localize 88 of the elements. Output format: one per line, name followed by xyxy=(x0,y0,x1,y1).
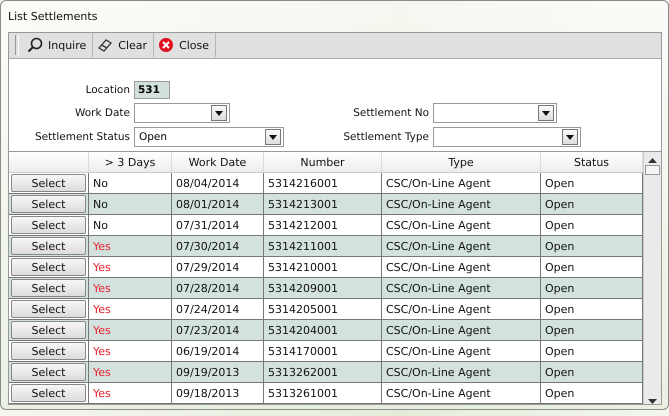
table-cell: CSC/On-Line Agent xyxy=(382,278,541,298)
table-cell: 5314210001 xyxy=(264,257,382,277)
window-title: List Settlements xyxy=(8,9,98,25)
table-cell: 08/01/2014 xyxy=(172,194,264,214)
table-cell: CSC/On-Line Agent xyxy=(382,383,541,403)
table-cell: 09/19/2013 xyxy=(172,362,264,382)
select-button[interactable]: Select xyxy=(11,279,86,297)
table-cell: Yes xyxy=(89,278,172,298)
settlement-status-field[interactable]: Open xyxy=(134,127,284,147)
select-button[interactable]: Select xyxy=(11,321,86,339)
table-cell: No xyxy=(89,194,172,214)
toolbar-button[interactable]: Close xyxy=(154,33,216,58)
table-cell: 5313261001 xyxy=(264,383,382,403)
table-cell: 06/19/2014 xyxy=(172,341,264,361)
select-button[interactable]: Select xyxy=(11,237,86,255)
table-cell: CSC/On-Line Agent xyxy=(382,320,541,340)
table-cell: Yes xyxy=(89,362,172,382)
select-button[interactable]: Select xyxy=(11,174,86,192)
table-cell: CSC/On-Line Agent xyxy=(382,215,541,235)
field-label: Settlement Type xyxy=(343,131,429,143)
work-date-field[interactable] xyxy=(134,103,230,123)
table-cell: 09/18/2013 xyxy=(172,383,264,403)
field-label: Location xyxy=(86,84,130,96)
table-cell: 5314216001 xyxy=(264,173,382,193)
table-cell: 5314209001 xyxy=(264,278,382,298)
scroll-up-icon[interactable] xyxy=(648,158,657,163)
toolbar-button[interactable]: Clear xyxy=(93,33,154,58)
scroll-down-icon[interactable] xyxy=(648,399,657,404)
field-label: Settlement Status xyxy=(35,131,130,143)
settlement-type-field[interactable] xyxy=(433,127,581,147)
table-cell: 5313262001 xyxy=(264,362,382,382)
table-cell: 5314205001 xyxy=(264,299,382,319)
table-cell: No xyxy=(89,173,172,193)
field-label: Settlement No xyxy=(353,107,429,119)
table-cell: 5314170001 xyxy=(264,341,382,361)
eraser-icon xyxy=(97,38,114,52)
table-cell: CSC/On-Line Agent xyxy=(382,257,541,277)
table-cell: 07/31/2014 xyxy=(172,215,264,235)
column-header[interactable]: Work Date xyxy=(172,152,264,172)
close-icon xyxy=(158,37,174,54)
table-cell: 5314204001 xyxy=(264,320,382,340)
table-cell: 5314212001 xyxy=(264,215,382,235)
table-cell: 07/24/2014 xyxy=(172,299,264,319)
table-cell: 08/04/2014 xyxy=(172,173,264,193)
scrollbar[interactable] xyxy=(643,152,661,404)
location-field: 531 xyxy=(134,81,170,99)
table-cell: CSC/On-Line Agent xyxy=(382,341,541,361)
table-cell: 5314211001 xyxy=(264,236,382,256)
table-cell: CSC/On-Line Agent xyxy=(382,236,541,256)
table-cell: CSC/On-Line Agent xyxy=(382,194,541,214)
table-cell: 07/28/2014 xyxy=(172,278,264,298)
column-header[interactable]: > 3 Days xyxy=(89,152,172,172)
select-button[interactable]: Select xyxy=(11,384,86,402)
caret-icon xyxy=(215,110,223,116)
select-button[interactable]: Select xyxy=(11,258,86,276)
table-cell: CSC/On-Line Agent xyxy=(382,173,541,193)
dropdown-button[interactable] xyxy=(211,105,227,121)
toolbar-button[interactable]: Inquire xyxy=(23,33,94,58)
table-cell: CSC/On-Line Agent xyxy=(382,362,541,382)
table-cell: 5314213001 xyxy=(264,194,382,214)
table-cell: 07/29/2014 xyxy=(172,257,264,277)
select-button[interactable]: Select xyxy=(11,342,86,360)
caret-icon xyxy=(566,134,574,140)
table-cell: Yes xyxy=(89,341,172,361)
column-header[interactable]: Number xyxy=(264,152,382,172)
dropdown-button[interactable] xyxy=(538,105,554,121)
table-cell: Yes xyxy=(89,236,172,256)
table-cell: Yes xyxy=(89,383,172,403)
column-header[interactable]: Type xyxy=(382,152,541,172)
table-cell: Yes xyxy=(89,299,172,319)
table-cell: 07/23/2014 xyxy=(172,320,264,340)
scroll-thumb[interactable] xyxy=(645,165,660,175)
select-button[interactable]: Select xyxy=(11,300,86,318)
caret-icon xyxy=(542,110,550,116)
search-icon xyxy=(27,37,43,54)
dropdown-button[interactable] xyxy=(562,129,578,145)
table-cell: CSC/On-Line Agent xyxy=(382,299,541,319)
settlement-no-field[interactable] xyxy=(433,103,557,123)
table-cell: Yes xyxy=(89,257,172,277)
caret-icon xyxy=(269,134,277,140)
table-cell: 07/30/2014 xyxy=(172,236,264,256)
field-label: Work Date xyxy=(74,107,130,119)
table-cell: No xyxy=(89,215,172,235)
select-button[interactable]: Select xyxy=(11,216,86,234)
select-button[interactable]: Select xyxy=(11,363,86,381)
dropdown-button[interactable] xyxy=(265,129,281,145)
table-cell: Yes xyxy=(89,320,172,340)
select-button[interactable]: Select xyxy=(11,195,86,213)
